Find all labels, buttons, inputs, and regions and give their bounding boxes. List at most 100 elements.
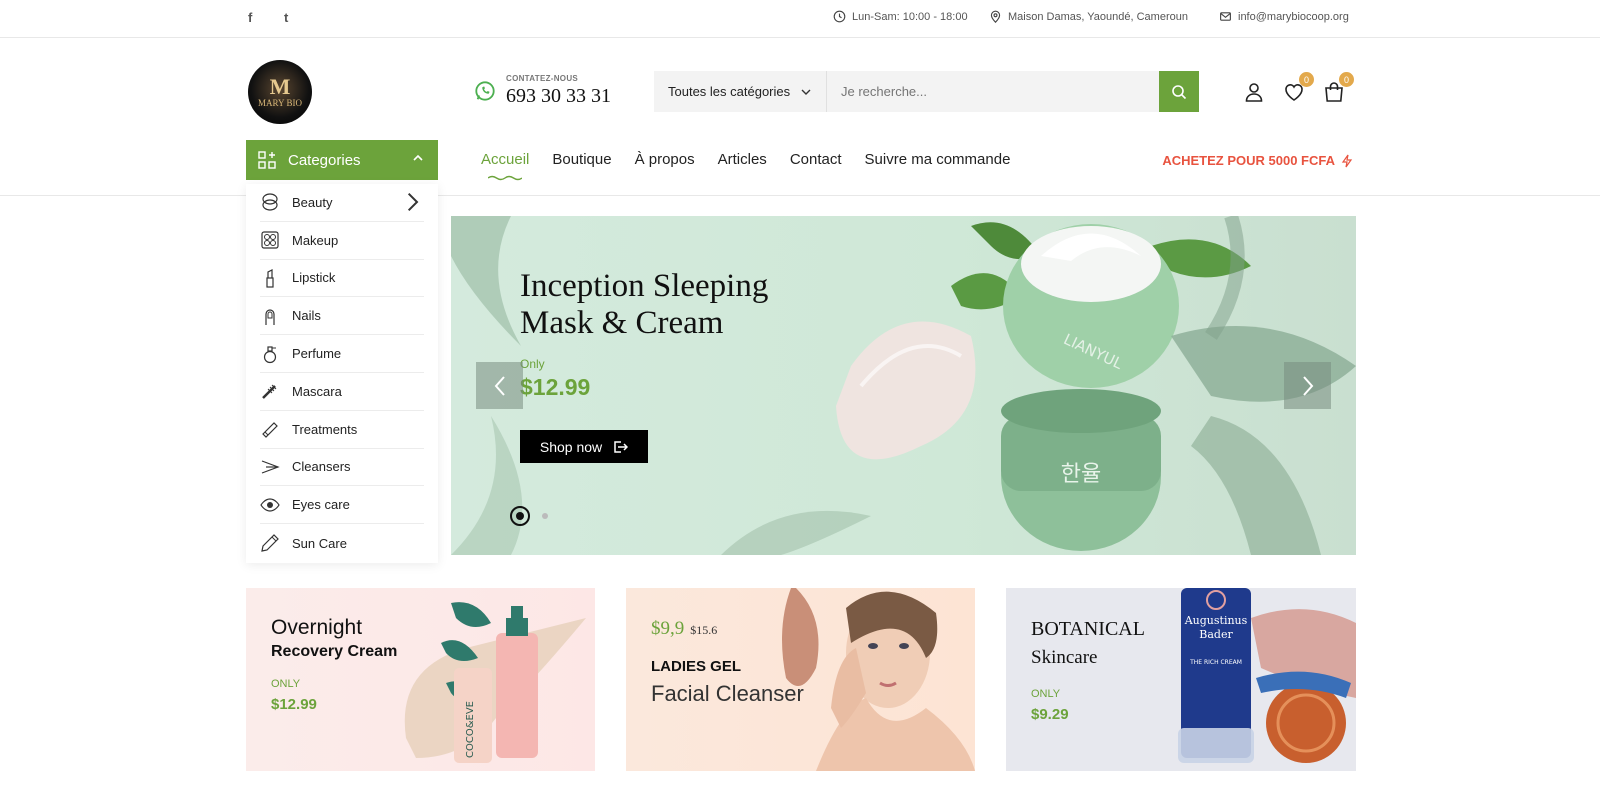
categories-toggle-button[interactable]: Categories [246,140,438,180]
sun-care-tube-icon [261,534,279,552]
jar-label-bottom: 한율 [1061,462,1101,487]
shop-now-button[interactable]: Shop now [520,430,648,463]
banner-title: Overnight [271,616,363,639]
category-label: Mascara [292,383,342,399]
hero-title: Inception Sleeping Mask & Cream [520,268,820,342]
category-label: Treatments [292,421,358,437]
facebook-icon[interactable]: f [248,10,252,25]
user-icon [1245,83,1263,102]
banner-model-image [782,588,975,771]
logo-monogram: M [269,74,291,99]
nav-item-suivre-commande[interactable]: Suivre ma commande [865,151,1011,168]
product-brand-line2: Bader [1199,628,1233,641]
category-item-nails[interactable]: Nails [260,297,424,336]
category-item-perfume[interactable]: Perfume [260,335,424,373]
perfume-bottle-icon [263,345,277,363]
banner-subtitle: Recovery Cream [271,643,398,660]
category-item-mascara[interactable]: Mascara [260,373,424,411]
email-text[interactable]: info@marybiocoop.org [1238,11,1349,23]
nav-item-contact[interactable]: Contact [790,151,842,168]
hero-title-line1: Inception Sleeping [520,268,769,304]
slider-dot-active[interactable] [510,506,530,526]
category-select-value: Toutes les catégories [668,84,791,99]
slider-next-button[interactable] [1284,362,1331,409]
contact-phone[interactable]: CONTATEZ-NOUS 693 30 33 31 [474,74,611,108]
tumblr-icon[interactable]: t [284,10,288,25]
category-item-treatments[interactable]: Treatments [260,411,424,449]
mail-icon [1220,12,1231,21]
promo-banner-botanical-skincare[interactable]: Augustinus Bader THE RICH CREAM BOTANICA… [1006,588,1356,771]
category-label: Sun Care [292,535,347,551]
category-item-beauty[interactable]: Beauty [260,184,424,222]
category-label: Lipstick [292,270,336,286]
banner-only-label: ONLY [271,678,301,690]
eye-icon [260,498,280,512]
banner-price: $12.99 [271,696,317,713]
address-text: Maison Damas, Yaoundé, Cameroun [1008,10,1188,23]
product-label-text: COCO&EVE [465,701,476,758]
category-select[interactable]: Toutes les catégories [654,71,827,112]
banner-prices: $9,9 $15.6 [651,618,717,640]
chevron-up-icon [413,154,423,161]
account-button[interactable] [1242,80,1266,104]
category-label: Cleansers [292,459,351,475]
active-underline-wave [488,175,522,181]
product-name: THE RICH CREAM [1189,659,1242,666]
nav-item-boutique[interactable]: Boutique [552,151,611,168]
slider-dot[interactable] [542,513,548,519]
slider-dots [510,506,548,526]
lightning-icon [1341,154,1353,167]
contact-email[interactable]: info@marybiocoop.org [1219,10,1349,23]
promo-link[interactable]: ACHETEZ POUR 5000 FCFA [1162,153,1353,168]
category-item-eyes-care[interactable]: Eyes care [260,486,424,525]
promo-banner-facial-cleanser[interactable]: $9,9 $15.6 LADIES GEL Facial Cleanser [626,588,975,771]
lipstick-icon [266,269,274,288]
chevron-right-icon [407,193,419,212]
categories-button-label: Categories [288,151,361,169]
cart-button[interactable]: 0 [1322,72,1354,104]
hero-only-label: Only [520,357,545,371]
whatsapp-icon [475,81,495,101]
promo-banner-overnight-cream[interactable]: COCO&EVE Overnight Recovery Cream ONLY $… [246,588,595,771]
hours-text: Lun-Sam: 10:00 - 18:00 [852,10,968,23]
slider-prev-button[interactable] [476,362,523,409]
category-item-lipstick[interactable]: Lipstick [260,260,424,298]
search-icon [1172,84,1187,99]
banner-product-image: Augustinus Bader THE RICH CREAM [1178,588,1356,763]
banner-subtitle: Facial Cleanser [651,681,804,706]
top-bar: f t Lun-Sam: 10:00 - 18:00 Maison Damas,… [0,0,1600,38]
main-navigation-bar: Categories Accueil Boutique À propos Art… [0,140,1600,196]
banner-subtitle: Skincare [1031,647,1098,668]
search-bar: Toutes les catégories [654,71,1199,112]
shop-now-label: Shop now [539,438,603,455]
wishlist-count-badge: 0 [1299,72,1314,87]
category-label: Makeup [292,232,339,248]
opening-hours: Lun-Sam: 10:00 - 18:00 [833,10,968,23]
wishlist-button[interactable]: 0 [1282,72,1314,104]
category-item-sun-care[interactable]: Sun Care [260,524,424,562]
category-label: Nails [292,308,321,324]
search-button[interactable] [1159,71,1199,112]
mascara-brush-icon [262,385,277,400]
nav-item-a-propos[interactable]: À propos [635,151,695,168]
compact-powder-icon [262,193,278,211]
category-item-makeup[interactable]: Makeup [260,222,424,260]
grid-icon [258,151,276,169]
banner-only-label: ONLY [1031,688,1061,700]
banner-title: LADIES GEL [651,658,742,675]
nav-item-accueil[interactable]: Accueil [481,151,529,168]
chevron-down-icon [801,89,811,95]
promo-text: ACHETEZ POUR 5000 FCFA [1162,153,1335,168]
logo-text: MARY BIO [258,98,302,108]
product-brand-line1: Augustinus [1184,614,1248,627]
nav-item-articles[interactable]: Articles [718,151,767,168]
banner-title: BOTANICAL [1031,618,1145,640]
treatment-tube-icon [262,422,278,439]
store-logo[interactable]: M MARY BIO [248,60,312,124]
nail-icon [265,309,275,325]
chevron-right-icon [1302,375,1313,396]
phone-number[interactable]: 693 30 33 31 [506,85,611,108]
category-item-cleansers[interactable]: Cleansers [260,449,424,487]
category-label: Perfume [292,346,342,362]
search-input[interactable] [827,71,1159,112]
